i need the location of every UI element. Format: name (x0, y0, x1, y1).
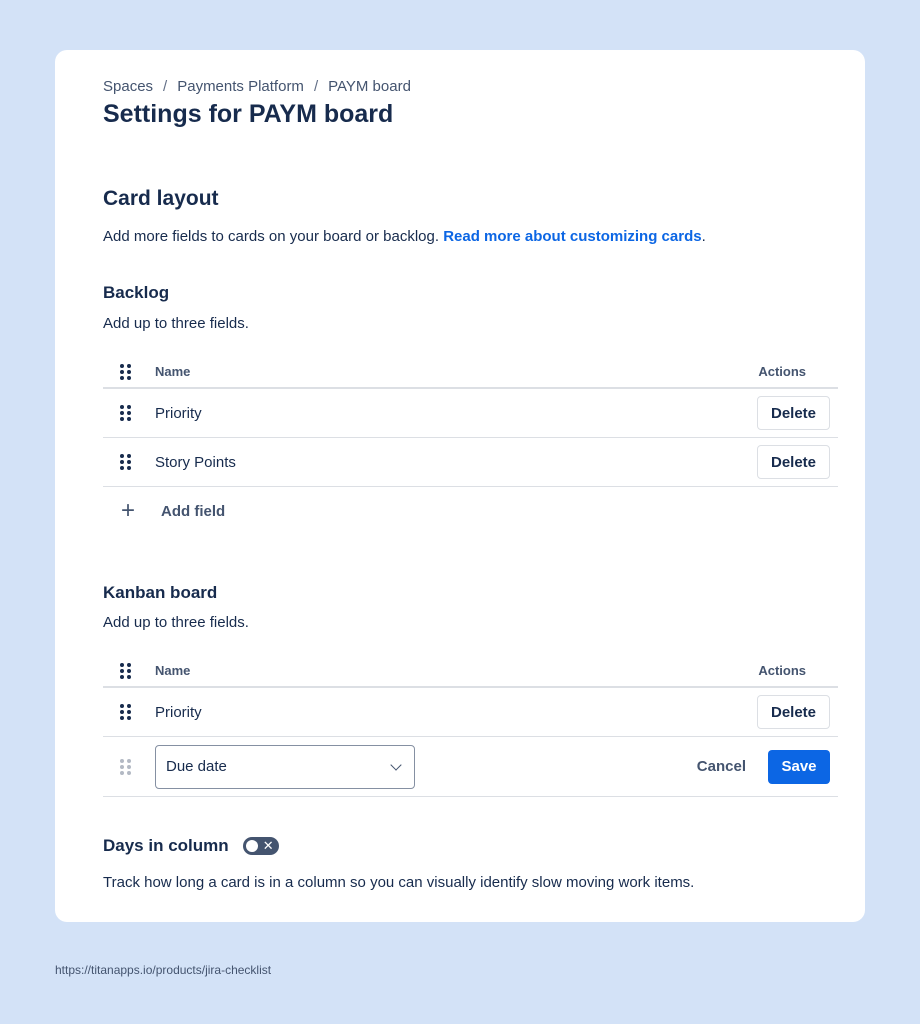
kanban-hint: Add up to three fields. (103, 614, 249, 631)
plus-icon: + (120, 497, 135, 524)
field-name: Priority (155, 703, 202, 721)
close-icon: ✕ (262, 838, 274, 853)
table-row-editing: Due date Cancel Save (103, 737, 838, 797)
breadcrumb-separator: / (163, 78, 168, 95)
breadcrumb-item-project[interactable]: Payments Platform (177, 78, 304, 95)
table-header: Name Actions (103, 655, 838, 688)
link-suffix: . (701, 228, 706, 245)
days-in-column-toggle[interactable]: ✕ (242, 837, 279, 855)
breadcrumb-item-spaces[interactable]: Spaces (103, 78, 153, 95)
kanban-title: Kanban board (103, 583, 218, 602)
footer-url: https://titanapps.io/products/jira-check… (55, 963, 272, 977)
toggle-knob (245, 840, 258, 852)
column-header-name: Name (155, 364, 191, 379)
breadcrumb: Spaces / Payments Platform / PAYM board (103, 78, 411, 95)
chevron-down-icon (390, 758, 402, 771)
field-name: Story Points (155, 453, 236, 471)
days-in-column-description: Track how long a card is in a column so … (103, 874, 695, 891)
drag-handle-icon[interactable] (103, 405, 147, 421)
column-header-actions: Actions (758, 364, 806, 379)
delete-button[interactable]: Delete (757, 445, 830, 479)
drag-handle-icon[interactable] (103, 454, 147, 470)
table-header: Name Actions (103, 356, 838, 389)
card-layout-description: Add more fields to cards on your board o… (103, 228, 706, 245)
add-field-label: Add field (161, 502, 226, 520)
backlog-title: Backlog (103, 283, 170, 302)
table-row: Priority Delete (103, 389, 838, 438)
field-select-value: Due date (166, 758, 227, 775)
delete-button[interactable]: Delete (757, 695, 830, 729)
drag-handle-icon (103, 363, 147, 380)
drag-handle-icon (103, 758, 147, 775)
field-name: Priority (155, 404, 202, 422)
card-layout-description-text: Add more fields to cards on your board o… (103, 228, 440, 245)
drag-handle-icon[interactable] (103, 704, 147, 720)
column-header-name: Name (155, 663, 191, 678)
card-layout-title: Card layout (103, 187, 219, 210)
settings-card: Spaces / Payments Platform / PAYM board … (55, 50, 865, 922)
field-select[interactable]: Due date (155, 744, 415, 789)
drag-handle-icon (103, 662, 147, 679)
breadcrumb-item-board[interactable]: PAYM board (328, 78, 411, 95)
days-in-column-header: Days in column ✕ (103, 836, 279, 856)
backlog-hint: Add up to three fields. (103, 315, 249, 332)
save-button[interactable]: Save (768, 749, 830, 784)
table-row: Story Points Delete (103, 438, 838, 487)
column-header-actions: Actions (758, 663, 806, 678)
breadcrumb-separator: / (313, 78, 319, 95)
add-field-button[interactable]: + Add field (103, 487, 838, 535)
days-in-column-title: Days in column (103, 836, 229, 855)
delete-button[interactable]: Delete (757, 396, 830, 430)
backlog-table: Name Actions Priority Delete Story Point… (103, 356, 838, 535)
page-title: Settings for PAYM board (103, 100, 394, 128)
edit-actions: Cancel Save (695, 749, 830, 784)
kanban-table: Name Actions Priority Delete Due date Ca… (103, 655, 838, 797)
cancel-button[interactable]: Cancel (695, 758, 748, 775)
customizing-cards-link[interactable]: Read more about customizing cards (443, 228, 701, 245)
table-row: Priority Delete (103, 688, 838, 737)
